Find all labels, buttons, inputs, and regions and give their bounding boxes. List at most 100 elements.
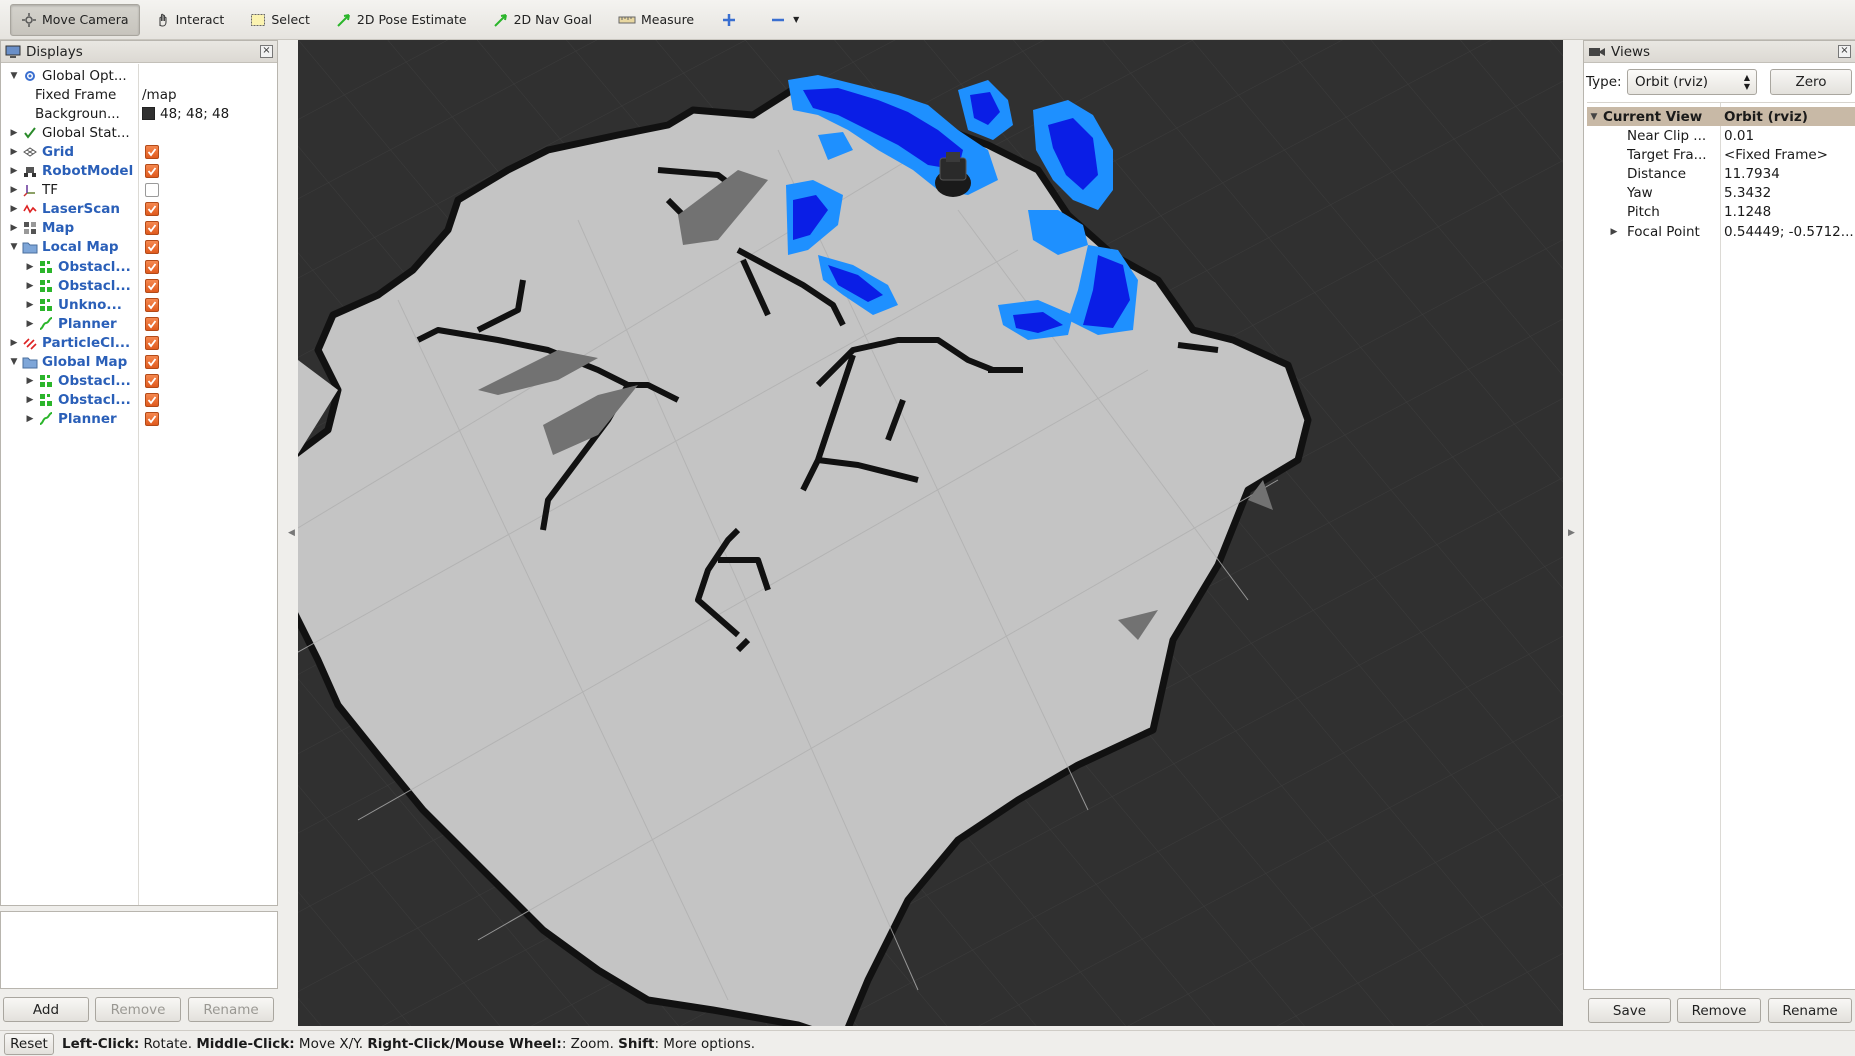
display-enabled-checkbox[interactable] xyxy=(145,412,159,427)
expand-arrow-icon[interactable]: ▼ xyxy=(9,71,19,81)
view-property-row[interactable]: Pitch 1.1248 xyxy=(1587,203,1855,222)
right-splitter-handle[interactable]: ▶ xyxy=(1568,528,1575,538)
expand-arrow-icon[interactable]: ▼ xyxy=(1589,112,1599,122)
expand-arrow-icon[interactable]: ▶ xyxy=(25,262,35,272)
display-row[interactable]: ▶ Planner xyxy=(1,410,277,429)
display-row[interactable]: ▼ Local Map xyxy=(1,238,277,257)
zero-button[interactable]: Zero xyxy=(1770,69,1852,95)
display-enabled-checkbox[interactable] xyxy=(145,278,159,293)
display-row[interactable]: ▶ Unkno... xyxy=(1,295,277,314)
expand-arrow-icon[interactable]: ▶ xyxy=(9,166,19,176)
display-row[interactable]: ▶ RobotModel xyxy=(1,162,277,181)
display-enabled-checkbox[interactable] xyxy=(145,374,159,389)
display-row[interactable]: ▶ ParticleCl... xyxy=(1,333,277,352)
reset-button[interactable]: Reset xyxy=(4,1032,54,1055)
remove-tool-button[interactable]: ▼ xyxy=(758,4,812,36)
close-icon[interactable]: × xyxy=(1838,45,1851,58)
display-row[interactable]: ▼ Global Opt... xyxy=(1,66,277,85)
display-row[interactable]: ▶ Map xyxy=(1,219,277,238)
display-enabled-checkbox[interactable] xyxy=(145,297,159,312)
display-enabled-checkbox[interactable] xyxy=(145,335,159,350)
view-type-select[interactable]: Orbit (rviz) ▲ ▼ xyxy=(1627,69,1757,95)
display-row[interactable]: ▶ TF xyxy=(1,181,277,200)
displays-header: Displays × xyxy=(1,41,277,63)
tool-2d-nav-goal[interactable]: 2D Nav Goal xyxy=(482,4,603,36)
display-row[interactable]: Fixed Frame/map xyxy=(1,85,277,104)
display-row[interactable]: ▶ Planner xyxy=(1,314,277,333)
tool-label: 2D Pose Estimate xyxy=(356,12,467,27)
view-property-value[interactable]: 0.01 xyxy=(1724,128,1854,144)
expand-arrow-icon[interactable]: ▶ xyxy=(1609,227,1619,237)
tool-label: 2D Nav Goal xyxy=(513,12,592,27)
tool-select[interactable]: Select xyxy=(239,4,321,36)
display-row[interactable]: ▶ LaserScan xyxy=(1,200,277,219)
display-enabled-checkbox[interactable] xyxy=(145,240,159,255)
render-viewport[interactable] xyxy=(298,40,1563,1026)
tool-interact[interactable]: Interact xyxy=(144,4,236,36)
remove-view-button[interactable]: Remove xyxy=(1677,998,1761,1023)
add-display-button[interactable]: Add xyxy=(3,997,89,1022)
display-enabled-checkbox[interactable] xyxy=(145,316,159,331)
display-enabled-checkbox[interactable] xyxy=(145,221,159,236)
view-property-value[interactable]: <Fixed Frame> xyxy=(1724,147,1854,163)
display-enabled-checkbox[interactable] xyxy=(145,183,159,198)
display-row[interactable]: ▶ Obstacl... xyxy=(1,372,277,391)
view-property-row[interactable]: ▶ Focal Point 0.54449; -0.5712... xyxy=(1587,222,1855,241)
display-enabled-checkbox[interactable] xyxy=(145,355,159,369)
robot-model xyxy=(935,152,971,197)
close-icon[interactable]: × xyxy=(260,45,273,58)
expand-arrow-icon[interactable]: ▼ xyxy=(9,357,19,367)
view-property-row[interactable]: Yaw 5.3432 xyxy=(1587,184,1855,203)
expand-arrow-icon[interactable]: ▶ xyxy=(25,414,35,424)
display-value[interactable]: /map xyxy=(142,87,177,103)
tool-2d-pose-estimate[interactable]: 2D Pose Estimate xyxy=(325,4,478,36)
display-enabled-checkbox[interactable] xyxy=(145,164,159,178)
expand-arrow-icon[interactable]: ▶ xyxy=(9,338,19,348)
remove-display-button[interactable]: Remove xyxy=(95,997,181,1022)
display-value[interactable]: 48; 48; 48 xyxy=(160,106,229,122)
view-property-value[interactable]: 0.54449; -0.5712... xyxy=(1724,224,1854,240)
display-row[interactable]: ▼ Global Map xyxy=(1,353,277,372)
occupancy-map-scene[interactable] xyxy=(298,40,1563,1026)
view-property-value[interactable]: 5.3432 xyxy=(1724,185,1854,201)
rename-display-button[interactable]: Rename xyxy=(188,997,274,1022)
display-row[interactable]: ▶ Global Stat... xyxy=(1,123,277,142)
save-view-button[interactable]: Save xyxy=(1588,998,1671,1023)
view-property-value[interactable]: 11.7934 xyxy=(1724,166,1854,182)
add-tool-button[interactable] xyxy=(709,4,754,36)
expand-arrow-icon[interactable]: ▶ xyxy=(9,204,19,214)
display-enabled-checkbox[interactable] xyxy=(145,144,159,159)
display-row[interactable]: ▶ Obstacl... xyxy=(1,391,277,410)
expand-arrow-icon[interactable]: ▶ xyxy=(25,376,35,386)
expand-arrow-icon[interactable]: ▶ xyxy=(9,147,19,157)
current-view-row[interactable]: ▼ Current View Orbit (rviz) xyxy=(1587,107,1855,126)
views-tree: ▼ Current View Orbit (rviz) Near Clip ..… xyxy=(1587,102,1855,989)
color-swatch[interactable] xyxy=(142,107,155,121)
display-enabled-checkbox[interactable] xyxy=(145,259,159,274)
view-property-row[interactable]: Target Fra... <Fixed Frame> xyxy=(1587,145,1855,164)
expand-arrow-icon[interactable]: ▶ xyxy=(9,128,19,138)
expand-arrow-icon[interactable]: ▶ xyxy=(25,281,35,291)
expand-arrow-icon[interactable]: ▶ xyxy=(25,395,35,405)
expand-arrow-icon[interactable]: ▶ xyxy=(25,319,35,329)
tool-move-camera[interactable]: Move Camera xyxy=(10,3,140,36)
display-enabled-checkbox[interactable] xyxy=(145,202,159,217)
display-enabled-checkbox[interactable] xyxy=(145,393,159,408)
expand-arrow-icon[interactable]: ▶ xyxy=(9,185,19,195)
display-row[interactable]: ▶ Obstacl... xyxy=(1,257,277,276)
expand-arrow-icon[interactable]: ▶ xyxy=(25,300,35,310)
display-row[interactable]: Backgroun... 48; 48; 48 xyxy=(1,104,277,123)
plus-icon xyxy=(723,13,736,26)
expand-arrow-icon[interactable]: ▼ xyxy=(9,242,19,252)
display-row[interactable]: ▶ Obstacl... xyxy=(1,276,277,295)
display-label: Backgroun... xyxy=(35,105,120,122)
display-row[interactable]: ▶ Grid xyxy=(1,142,277,161)
view-property-row[interactable]: Near Clip ... 0.01 xyxy=(1587,126,1855,145)
displays-panel: Displays × ▼ Global Opt... Fixed Frame/map… xyxy=(0,40,278,906)
rename-view-button[interactable]: Rename xyxy=(1768,998,1852,1023)
view-property-row[interactable]: Distance 11.7934 xyxy=(1587,164,1855,183)
view-property-value[interactable]: 1.1248 xyxy=(1724,204,1854,220)
tool-measure[interactable]: Measure xyxy=(607,4,705,36)
expand-arrow-icon[interactable]: ▶ xyxy=(9,223,19,233)
left-splitter-handle[interactable]: ◀ xyxy=(288,528,295,538)
